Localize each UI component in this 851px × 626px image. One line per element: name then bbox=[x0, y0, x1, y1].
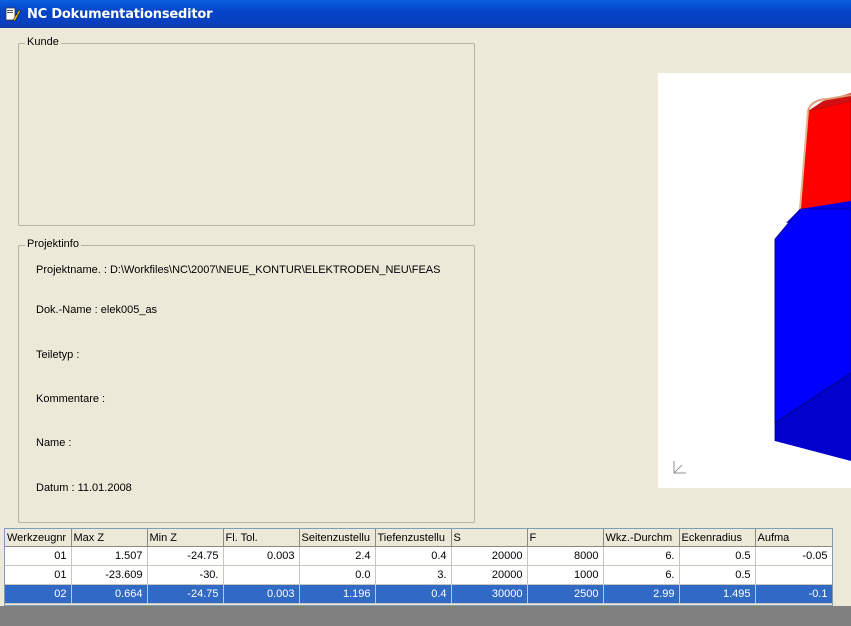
column-header-tiefenzustellung[interactable]: Tiefenzustellu bbox=[375, 529, 452, 547]
table-cell[interactable] bbox=[755, 565, 833, 585]
table-cell[interactable]: 0.003 bbox=[223, 546, 300, 566]
table-cell[interactable]: 01 bbox=[5, 565, 72, 585]
table-cell[interactable]: 30000 bbox=[451, 584, 528, 604]
table-cell[interactable]: -0.1 bbox=[755, 584, 833, 604]
table-header-row: Werkzeugnr Max Z Min Z Fl. Tol. Seitenzu… bbox=[5, 529, 833, 547]
table-cell[interactable]: 0.5 bbox=[679, 565, 756, 585]
projektinfo-group: Projektinfo Projektname. : D:\Workfiles\… bbox=[18, 238, 475, 523]
name-label: Name : bbox=[36, 437, 72, 449]
table-cell[interactable]: -24.75 bbox=[147, 546, 224, 566]
column-header-eckenradius[interactable]: Eckenradius bbox=[679, 529, 756, 547]
table-cell[interactable]: 1000 bbox=[527, 565, 604, 585]
table-cell[interactable]: 0.4 bbox=[375, 546, 452, 566]
table-cell[interactable]: 6. bbox=[603, 565, 680, 585]
column-header-werkzeugnr[interactable]: Werkzeugnr bbox=[5, 529, 72, 547]
table-cell[interactable]: 2500 bbox=[527, 584, 604, 604]
table-cell[interactable]: 20000 bbox=[451, 546, 528, 566]
table-cell[interactable]: 1.495 bbox=[679, 584, 756, 604]
table-cell[interactable]: 0.664 bbox=[71, 584, 148, 604]
kunde-group: Kunde bbox=[18, 36, 475, 226]
column-header-max-z[interactable]: Max Z bbox=[71, 529, 148, 547]
teiletyp-label: Teiletyp : bbox=[36, 349, 80, 361]
table-cell[interactable]: 01 bbox=[5, 546, 72, 566]
table-cell[interactable]: 6. bbox=[603, 546, 680, 566]
empty-client-area bbox=[0, 606, 851, 626]
app-icon bbox=[5, 6, 21, 22]
column-header-wkz-durchmesser[interactable]: Wkz.-Durchm bbox=[603, 529, 680, 547]
table-row[interactable]: 01 1.507 -24.75 0.003 2.4 0.4 20000 8000… bbox=[5, 546, 833, 566]
column-header-s[interactable]: S bbox=[451, 529, 528, 547]
table-row-selected[interactable]: 02 0.664 -24.75 0.003 1.196 0.4 30000 25… bbox=[5, 584, 833, 604]
table-cell[interactable]: 0.5 bbox=[679, 546, 756, 566]
column-header-min-z[interactable]: Min Z bbox=[147, 529, 224, 547]
projektinfo-caption: Projektinfo bbox=[25, 238, 81, 250]
table-cell[interactable]: 2.99 bbox=[603, 584, 680, 604]
tool-data-table[interactable]: Werkzeugnr Max Z Min Z Fl. Tol. Seitenzu… bbox=[5, 529, 833, 604]
kunde-caption: Kunde bbox=[25, 36, 61, 48]
dok-name-label: Dok.-Name : elek005_as bbox=[36, 304, 158, 316]
table-cell[interactable]: 0.003 bbox=[223, 584, 300, 604]
window-title: NC Dokumentationseditor bbox=[27, 6, 213, 22]
table-cell[interactable]: 1.507 bbox=[71, 546, 148, 566]
table-cell[interactable]: 02 bbox=[5, 584, 72, 604]
table-row[interactable]: 01 -23.609 -30. 0.0 3. 20000 1000 6. 0.5 bbox=[5, 565, 833, 585]
datum-label: Datum : 11.01.2008 bbox=[36, 482, 132, 494]
table-cell[interactable]: -30. bbox=[147, 565, 224, 585]
column-header-f[interactable]: F bbox=[527, 529, 604, 547]
table-cell[interactable]: -0.05 bbox=[755, 546, 833, 566]
table-cell[interactable]: 20000 bbox=[451, 565, 528, 585]
table-cell[interactable]: 1.196 bbox=[299, 584, 376, 604]
title-bar: NC Dokumentationseditor bbox=[0, 0, 851, 28]
table-cell[interactable]: 2.4 bbox=[299, 546, 376, 566]
table-cell[interactable]: 0.4 bbox=[375, 584, 452, 604]
column-header-aufmass[interactable]: Aufma bbox=[755, 529, 833, 547]
axis-triad-icon bbox=[673, 461, 686, 474]
column-header-fl-tol[interactable]: Fl. Tol. bbox=[223, 529, 300, 547]
table-cell[interactable]: -23.609 bbox=[71, 565, 148, 585]
table-cell[interactable]: 8000 bbox=[527, 546, 604, 566]
column-header-seitenzustellung[interactable]: Seitenzustellu bbox=[299, 529, 376, 547]
projektname-label: Projektname. : D:\Workfiles\NC\2007\NEUE… bbox=[36, 264, 441, 276]
table-cell[interactable] bbox=[223, 565, 300, 585]
table-cell[interactable]: -24.75 bbox=[147, 584, 224, 604]
kommentare-label: Kommentare : bbox=[36, 393, 106, 405]
table-cell[interactable]: 3. bbox=[375, 565, 452, 585]
table-cell[interactable]: 0.0 bbox=[299, 565, 376, 585]
part-preview-viewport[interactable] bbox=[658, 73, 851, 488]
